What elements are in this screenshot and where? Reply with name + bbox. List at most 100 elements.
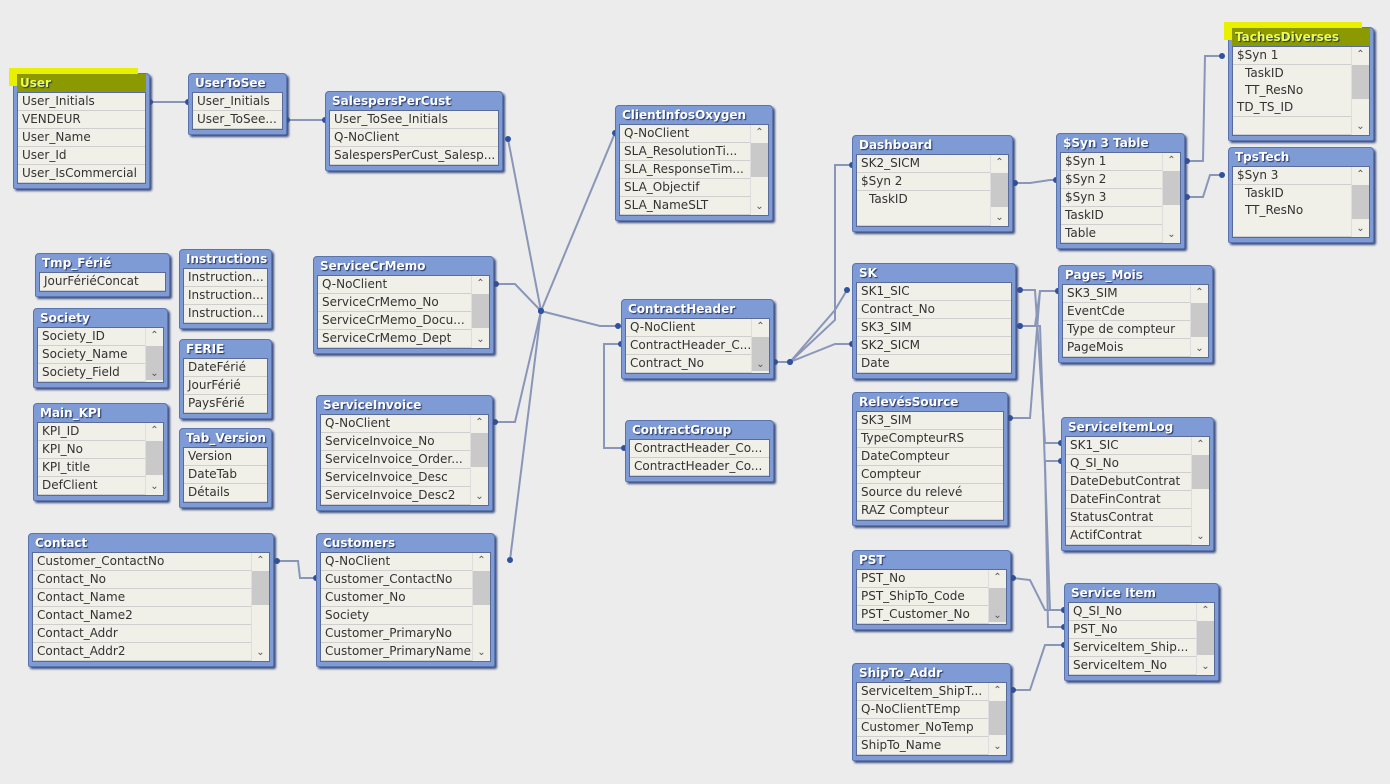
scroll-up-icon[interactable]: ⌃ bbox=[471, 415, 488, 431]
table-dashboard[interactable]: Dashboard SK2_SICM $Syn 2 TaskID ⌃ ⌄ bbox=[852, 135, 1013, 232]
scrollbar[interactable]: ⌃ ⌄ bbox=[988, 683, 1006, 755]
field-item[interactable]: User_IsCommercial bbox=[18, 165, 145, 183]
field-item[interactable]: Customer_No bbox=[321, 589, 472, 607]
scroll-thumb[interactable] bbox=[1191, 303, 1208, 337]
scroll-thumb[interactable] bbox=[471, 433, 488, 467]
table-tpstech[interactable]: TpsTech $Syn 3 TaskID TT_ResNo ⌃ ⌄ bbox=[1228, 147, 1374, 243]
table-title[interactable]: Customers bbox=[320, 534, 491, 552]
table-relev-ssource[interactable]: RelevésSource SK3_SIM TypeCompteurRS DateCo… bbox=[852, 392, 1008, 526]
field-item[interactable]: Society_Field bbox=[38, 364, 145, 382]
field-item[interactable]: Version bbox=[184, 448, 267, 466]
field-item[interactable]: ServiceInvoice_Order... bbox=[321, 451, 470, 469]
field-item[interactable]: Instruction... bbox=[184, 287, 267, 305]
field-item[interactable]: ContractHeader_Co... bbox=[630, 440, 769, 458]
field-item[interactable]: DateTab bbox=[184, 466, 267, 484]
scroll-up-icon[interactable]: ⌃ bbox=[1163, 153, 1180, 169]
scroll-up-icon[interactable]: ⌃ bbox=[1352, 47, 1369, 63]
field-item[interactable]: User_Id bbox=[18, 147, 145, 165]
field-item[interactable]: $Syn 3 bbox=[1061, 189, 1162, 207]
field-item[interactable]: User_ToSee... bbox=[193, 111, 282, 129]
table-salesperspercust[interactable]: SalespersPerCust User_ToSee_Initials Q-NoC… bbox=[325, 91, 503, 171]
scroll-down-icon[interactable]: ⌄ bbox=[1163, 227, 1180, 243]
field-item[interactable]: Customer_PrimaryNo bbox=[321, 625, 472, 643]
scroll-up-icon[interactable]: ⌃ bbox=[252, 553, 269, 569]
field-item[interactable]: SLA_ResponseTim... bbox=[620, 161, 750, 179]
table-title[interactable]: Tab_Version bbox=[183, 429, 268, 447]
scrollbar[interactable]: ⌃ ⌄ bbox=[1162, 153, 1180, 243]
field-item[interactable]: Contact_Addr2 bbox=[33, 643, 251, 661]
field-item[interactable]: Contact_Addr bbox=[33, 625, 251, 643]
table-title[interactable]: Tmp_Férié bbox=[39, 254, 166, 272]
field-item[interactable]: Type de compteur bbox=[1063, 321, 1190, 339]
table-main-kpi[interactable]: Main_KPI KPI_ID KPI_No KPI_title DefClient ⌃ ⌄ bbox=[33, 403, 168, 501]
table-title[interactable]: PST bbox=[856, 551, 1007, 569]
table-society[interactable]: Society Society_ID Society_Name Society_Fie… bbox=[33, 308, 168, 388]
table-title[interactable]: ContractGroup bbox=[629, 421, 770, 439]
table-shipto-addr[interactable]: ShipTo_Addr ServiceItem_ShipT... Q-NoClien… bbox=[852, 663, 1011, 761]
field-item[interactable]: Date bbox=[857, 355, 1011, 373]
field-item[interactable]: SK3_SIM bbox=[1063, 285, 1190, 303]
field-item[interactable]: TD_TS_ID bbox=[1233, 99, 1351, 117]
field-item[interactable]: DateDebutContrat bbox=[1066, 473, 1191, 491]
table-user[interactable]: User User_Initials VENDEUR User_Name User_Id… bbox=[13, 73, 150, 189]
scroll-down-icon[interactable]: ⌄ bbox=[471, 489, 488, 505]
field-item[interactable]: TaskID bbox=[1233, 65, 1351, 82]
field-item[interactable]: TaskID bbox=[1061, 207, 1162, 225]
table-serviceinvoice[interactable]: ServiceInvoice Q-NoClient ServiceInvoice_N… bbox=[316, 395, 493, 511]
scroll-up-icon[interactable]: ⌃ bbox=[752, 319, 769, 335]
table-title[interactable]: FERIE bbox=[183, 340, 268, 358]
field-item[interactable]: Q-NoClient bbox=[321, 553, 472, 571]
scroll-up-icon[interactable]: ⌃ bbox=[989, 683, 1006, 699]
scrollbar[interactable]: ⌃ ⌄ bbox=[990, 155, 1008, 226]
scrollbar[interactable]: ⌃ ⌄ bbox=[472, 553, 490, 661]
table-title[interactable]: TpsTech bbox=[1232, 148, 1370, 166]
field-item[interactable] bbox=[1233, 117, 1351, 135]
scrollbar[interactable]: ⌃ ⌄ bbox=[988, 570, 1006, 624]
field-item[interactable]: Q-NoClientTEmp bbox=[857, 701, 988, 719]
field-item[interactable]: SK2_SICM bbox=[857, 337, 1011, 355]
scroll-up-icon[interactable]: ⌃ bbox=[1191, 285, 1208, 301]
scroll-down-icon[interactable]: ⌄ bbox=[989, 608, 1006, 624]
field-item[interactable]: ServiceItem_No bbox=[1069, 657, 1196, 675]
scroll-down-icon[interactable]: ⌄ bbox=[752, 357, 769, 373]
field-item[interactable]: ServiceCrMemo_No bbox=[318, 294, 471, 312]
scrollbar[interactable]: ⌃ ⌄ bbox=[750, 125, 768, 215]
scroll-up-icon[interactable]: ⌃ bbox=[146, 328, 163, 344]
field-item[interactable]: PST_Customer_No bbox=[857, 606, 988, 624]
field-item[interactable]: Q-NoClient bbox=[620, 125, 750, 143]
scrollbar[interactable]: ⌃ ⌄ bbox=[1191, 437, 1209, 545]
scroll-down-icon[interactable]: ⌄ bbox=[146, 366, 163, 382]
scroll-thumb[interactable] bbox=[146, 441, 163, 475]
scrollbar[interactable]: ⌃ ⌄ bbox=[470, 415, 488, 505]
table-serviceitemlog[interactable]: ServiceItemLog SK1_SIC Q_SI_No DateDebutCon… bbox=[1061, 417, 1214, 551]
field-item[interactable]: StatusContrat bbox=[1066, 509, 1191, 527]
scroll-down-icon[interactable]: ⌄ bbox=[1352, 119, 1369, 135]
scrollbar[interactable]: ⌃ ⌄ bbox=[145, 423, 163, 495]
scroll-down-icon[interactable]: ⌄ bbox=[991, 210, 1008, 226]
field-item[interactable]: $Syn 2 bbox=[857, 173, 990, 191]
field-item[interactable]: Compteur bbox=[857, 466, 1003, 484]
scroll-down-icon[interactable]: ⌄ bbox=[1352, 221, 1369, 237]
table-title[interactable]: UserToSee bbox=[192, 74, 283, 92]
field-item[interactable]: Contract_No bbox=[626, 355, 751, 373]
table-contractheader[interactable]: ContractHeader Q-NoClient ContractHeader_C… bbox=[621, 299, 774, 379]
field-item[interactable]: ServiceInvoice_No bbox=[321, 433, 470, 451]
field-item[interactable]: RAZ Compteur bbox=[857, 502, 1003, 520]
table-contractgroup[interactable]: ContractGroup ContractHeader_Co... Contrac… bbox=[625, 420, 774, 482]
table-title[interactable]: Main_KPI bbox=[37, 404, 164, 422]
scroll-thumb[interactable] bbox=[989, 701, 1006, 735]
scroll-down-icon[interactable]: ⌄ bbox=[473, 645, 490, 661]
field-item[interactable]: SLA_ResolutionTi... bbox=[620, 143, 750, 161]
scroll-down-icon[interactable]: ⌄ bbox=[1191, 341, 1208, 357]
scroll-up-icon[interactable]: ⌃ bbox=[146, 423, 163, 439]
field-item[interactable]: PST_No bbox=[1069, 621, 1196, 639]
scroll-thumb[interactable] bbox=[472, 294, 489, 328]
scroll-down-icon[interactable]: ⌄ bbox=[252, 645, 269, 661]
field-item[interactable]: KPI_ID bbox=[38, 423, 145, 441]
field-item[interactable] bbox=[857, 208, 990, 226]
scrollbar[interactable]: ⌃ ⌄ bbox=[251, 553, 269, 661]
field-item[interactable]: Society bbox=[321, 607, 472, 625]
field-item[interactable]: Q-NoClient bbox=[626, 319, 751, 337]
field-item[interactable]: PST_No bbox=[857, 570, 988, 588]
field-item[interactable]: SLA_NameSLT bbox=[620, 197, 750, 215]
